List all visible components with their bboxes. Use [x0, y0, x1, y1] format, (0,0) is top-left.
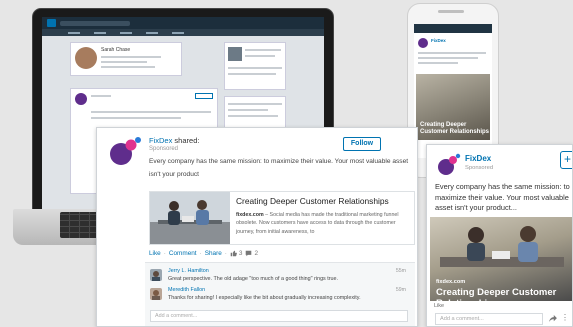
article-source: fixdex.com: [436, 279, 466, 285]
sponsored-post-card: FixDex shared: Sponsored Follow Every co…: [96, 127, 418, 327]
avatar[interactable]: [150, 288, 162, 300]
share-link[interactable]: Share: [205, 250, 222, 257]
article-preview[interactable]: Creating Deeper Customer Relationships f…: [149, 191, 415, 245]
linkedin-nav: [42, 29, 324, 36]
article-source: fixdex.com: [236, 212, 264, 218]
sponsored-label: Sponsored: [465, 165, 494, 171]
phone-article-image: Creating Deeper Customer Relationships: [416, 74, 490, 140]
avatar: [75, 47, 97, 69]
comment-text: Thanks for sharing! I especially like th…: [168, 295, 361, 301]
avatar[interactable]: [150, 269, 162, 281]
phone-speaker: [438, 10, 464, 13]
follow-button[interactable]: Follow: [343, 137, 381, 151]
post-body-text: Every company has the same mission: to m…: [149, 158, 409, 178]
article-thumbnail: [150, 192, 230, 244]
fixdex-logo-icon: [438, 153, 461, 175]
commenter-name[interactable]: Meredith Fallon: [168, 287, 205, 293]
article-title[interactable]: Creating Deeper Customer Relationships: [436, 287, 572, 301]
post-body-text: Every company has the same mission: to m…: [435, 182, 570, 212]
more-icon[interactable]: ⋮: [561, 313, 569, 322]
share-icon[interactable]: [549, 315, 557, 324]
comment-count: 2: [245, 250, 258, 257]
comments-section: Jerry L. Hamilton Great perspective. The…: [145, 262, 415, 326]
comment-time: 59m: [395, 287, 406, 293]
shared-label: shared:: [172, 136, 200, 145]
phone-article-title: Creating Deeper Customer Relationships: [420, 122, 490, 136]
post-author[interactable]: FixDex shared:: [149, 136, 199, 145]
comment-icon: [246, 250, 252, 257]
like-link[interactable]: Like: [149, 250, 161, 257]
company-name[interactable]: FixDex: [149, 136, 172, 145]
linkedin-topbar: [42, 17, 324, 29]
linkedin-logo-icon: [47, 19, 56, 27]
commenter-name[interactable]: Jerry L. Hamilton: [168, 268, 209, 274]
phone-app-bar: [414, 24, 492, 33]
company-name[interactable]: FixDex: [465, 154, 491, 163]
comment-link[interactable]: Comment: [169, 250, 197, 257]
mobile-post-card: FixDex Sponsored + Every company has the…: [426, 144, 573, 327]
comment-text: Great perspective. The old adage "too mu…: [168, 276, 339, 282]
phone-post-text: [418, 52, 488, 64]
mobile-action-bar: Like: [430, 301, 572, 311]
article-title[interactable]: Creating Deeper Customer Relationships: [236, 196, 389, 206]
follow-button-mini: [195, 93, 213, 99]
fixdex-logo-icon: [75, 93, 87, 105]
comment-time: 55m: [395, 268, 406, 274]
post-actions: Like · Comment · Share · 3 2: [149, 250, 259, 257]
article-image[interactable]: fixdex.com Creating Deeper Customer Rela…: [430, 217, 572, 301]
profile-card: Sarah Chase: [70, 42, 182, 76]
like-count: 3: [230, 250, 242, 257]
fixdex-logo-icon: [105, 134, 145, 170]
follow-plus-button[interactable]: +: [560, 151, 572, 169]
profile-name: Sarah Chase: [101, 47, 131, 53]
add-comment-input[interactable]: Add a comment...: [150, 310, 408, 322]
thumbs-up-icon: [230, 250, 237, 257]
phone-screen: FixDex Creating Deeper Customer Relation…: [414, 24, 492, 158]
sponsored-label: Sponsored: [149, 146, 179, 152]
fixdex-logo-icon: [418, 38, 428, 48]
side-card: [224, 42, 286, 90]
add-comment-input[interactable]: Add a comment...: [435, 313, 543, 325]
search-bar: [60, 20, 130, 26]
article-description: fixdex.com – Social media has made the t…: [236, 212, 399, 235]
like-link[interactable]: Like: [434, 303, 444, 309]
phone-company-name: FixDex: [431, 38, 446, 43]
